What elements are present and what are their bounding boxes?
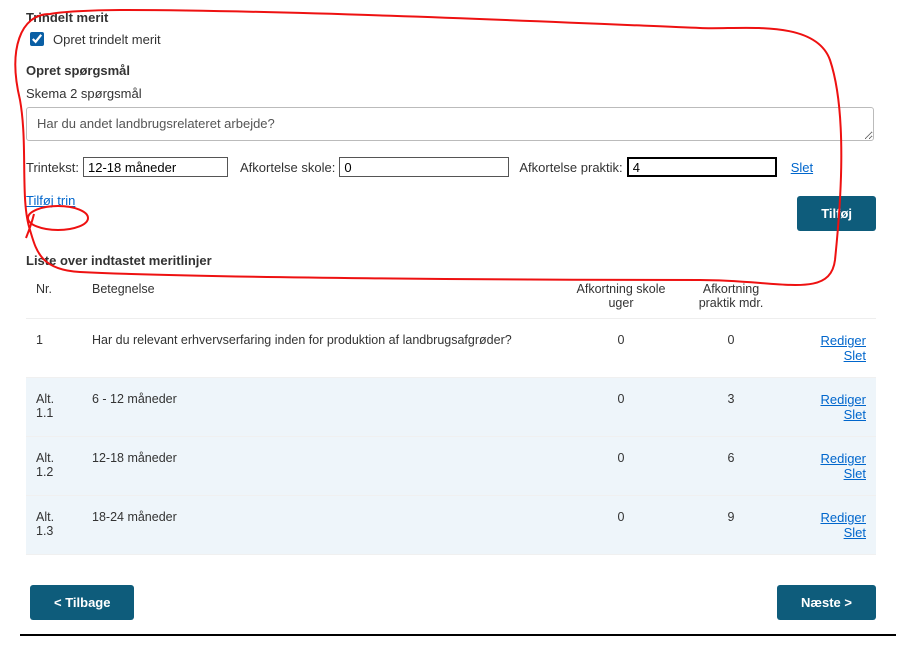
rediger-link[interactable]: Rediger xyxy=(796,333,866,348)
row-nr: Alt. 1.3 xyxy=(26,496,82,555)
opret-trindelt-checkbox[interactable] xyxy=(30,32,44,46)
opret-trindelt-label: Opret trindelt merit xyxy=(53,32,161,47)
back-button[interactable]: < Tilbage xyxy=(30,585,134,620)
row-betegnelse: Har du relevant erhvervserfaring inden f… xyxy=(82,319,566,378)
skema-label: Skema 2 spørgsmål xyxy=(26,86,896,101)
row-afk-praktik: 9 xyxy=(676,496,786,555)
rediger-link[interactable]: Rediger xyxy=(796,510,866,525)
trintekst-label: Trintekst: xyxy=(26,160,79,175)
col-afk-praktik: Afkortning praktik mdr. xyxy=(676,274,786,319)
row-afk-praktik: 3 xyxy=(676,378,786,437)
afkortelse-skole-label: Afkortelse skole: xyxy=(240,160,335,175)
next-button[interactable]: Næste > xyxy=(777,585,876,620)
row-nr: Alt. 1.2 xyxy=(26,437,82,496)
tilfoj-button[interactable]: Tilføj xyxy=(797,196,876,231)
col-nr: Nr. xyxy=(26,274,82,319)
afkortelse-praktik-label: Afkortelse praktik: xyxy=(519,160,622,175)
row-afk-skole: 0 xyxy=(566,378,676,437)
row-actions: RedigerSlet xyxy=(786,319,876,378)
table-row: 1Har du relevant erhvervserfaring inden … xyxy=(26,319,876,378)
slet-link[interactable]: Slet xyxy=(796,525,866,540)
row-betegnelse: 12-18 måneder xyxy=(82,437,566,496)
liste-heading: Liste over indtastet meritlinjer xyxy=(26,253,896,268)
question-textarea[interactable] xyxy=(26,107,874,141)
row-nr: Alt. 1.1 xyxy=(26,378,82,437)
row-betegnelse: 18-24 måneder xyxy=(82,496,566,555)
afkortelse-skole-input[interactable] xyxy=(339,157,509,177)
row-afk-skole: 0 xyxy=(566,319,676,378)
row-betegnelse: 6 - 12 måneder xyxy=(82,378,566,437)
row-afk-praktik: 0 xyxy=(676,319,786,378)
row-actions: RedigerSlet xyxy=(786,437,876,496)
trindelt-heading: Trindelt merit xyxy=(26,10,896,25)
opret-sporgsmal-heading: Opret spørgsmål xyxy=(26,63,896,78)
row-afk-skole: 0 xyxy=(566,496,676,555)
col-afk-skole: Afkortning skole uger xyxy=(566,274,676,319)
slet-link[interactable]: Slet xyxy=(796,466,866,481)
col-betegnelse: Betegnelse xyxy=(82,274,566,319)
slet-link[interactable]: Slet xyxy=(796,407,866,422)
row-afk-skole: 0 xyxy=(566,437,676,496)
row-afk-praktik: 6 xyxy=(676,437,786,496)
footer-rule xyxy=(20,634,896,636)
slet-link[interactable]: Slet xyxy=(796,348,866,363)
merit-table: Nr. Betegnelse Afkortning skole uger Afk… xyxy=(26,274,876,555)
table-row: Alt. 1.318-24 måneder09RedigerSlet xyxy=(26,496,876,555)
rediger-link[interactable]: Rediger xyxy=(796,392,866,407)
row-nr: 1 xyxy=(26,319,82,378)
row-actions: RedigerSlet xyxy=(786,496,876,555)
row-actions: RedigerSlet xyxy=(786,378,876,437)
table-row: Alt. 1.212-18 måneder06RedigerSlet xyxy=(26,437,876,496)
slet-trin-link[interactable]: Slet xyxy=(791,160,813,175)
trintekst-input[interactable] xyxy=(83,157,228,177)
rediger-link[interactable]: Rediger xyxy=(796,451,866,466)
afkortelse-praktik-input[interactable] xyxy=(627,157,777,177)
table-row: Alt. 1.16 - 12 måneder03RedigerSlet xyxy=(26,378,876,437)
